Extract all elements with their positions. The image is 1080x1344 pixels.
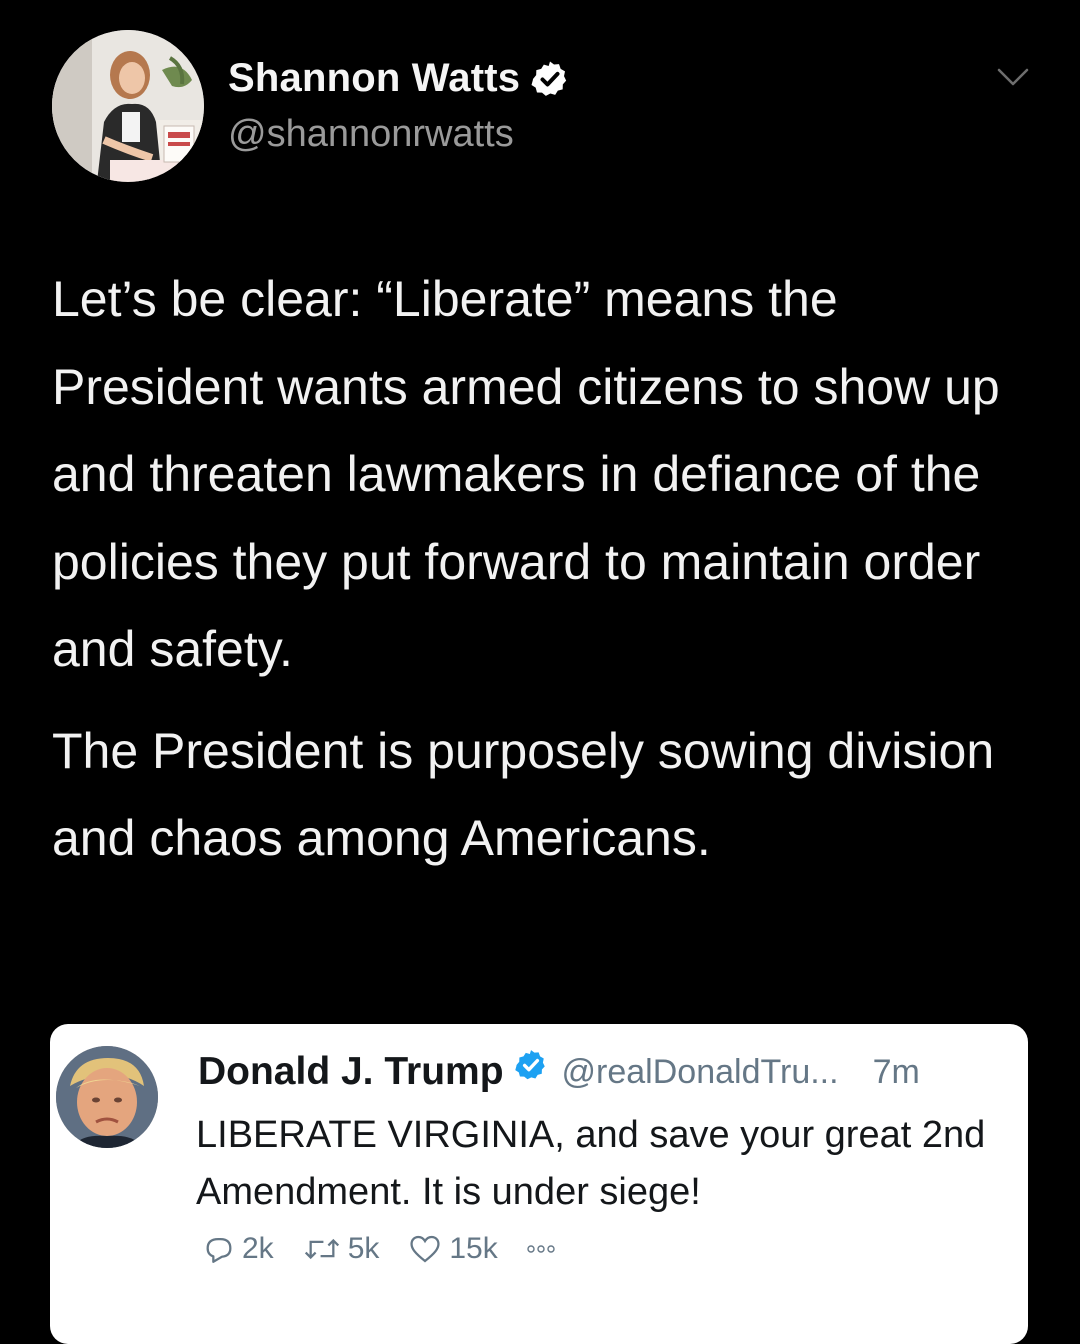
quoted-tweet-text: LIBERATE VIRGINIA, and save your great 2… <box>196 1114 986 1213</box>
quoted-author-avatar[interactable] <box>56 1046 158 1148</box>
verified-badge-icon <box>514 1050 545 1080</box>
like-count: 15k <box>449 1232 498 1265</box>
retweet-button[interactable]: 5k <box>302 1232 380 1266</box>
quoted-author-handle[interactable]: @realDonaldTru... <box>562 1053 839 1092</box>
more-options-button[interactable] <box>526 1243 556 1255</box>
quoted-tweet-card[interactable]: Donald J. Trump @realDonaldTru... 7m LIB… <box>50 1024 1028 1344</box>
quoted-author-display-name[interactable]: Donald J. Trump <box>198 1050 504 1094</box>
reply-button[interactable]: 2k <box>202 1232 274 1266</box>
retweet-count: 5k <box>347 1232 380 1265</box>
quoted-tweet-actions: 2k 5k 15k <box>202 1232 578 1266</box>
chevron-down-icon[interactable] <box>996 66 1030 88</box>
tweet-paragraph: Let’s be clear: “Liberate” means the Pre… <box>52 271 1000 677</box>
avatar-photo-icon <box>56 1046 158 1148</box>
verified-badge-icon <box>531 61 567 96</box>
like-button[interactable]: 15k <box>407 1232 498 1266</box>
author-display-name[interactable]: Shannon Watts <box>228 56 520 101</box>
author-name-row[interactable]: Shannon Watts <box>228 56 570 101</box>
author-avatar[interactable] <box>52 30 204 182</box>
retweet-icon <box>304 1238 339 1260</box>
author-handle[interactable]: @shannonrwatts <box>228 113 514 156</box>
tweet: Shannon Watts @shannonrwatts Let’s be cl… <box>0 0 1080 1344</box>
quoted-tweet-timestamp[interactable]: 7m <box>873 1053 920 1092</box>
reply-count: 2k <box>242 1232 274 1265</box>
tweet-text: Let’s be clear: “Liberate” means the Pre… <box>52 256 1042 883</box>
tweet-paragraph: The President is purposely sowing divisi… <box>52 722 995 867</box>
more-dots-icon <box>527 1245 555 1253</box>
avatar-photo-icon <box>52 30 204 182</box>
heart-icon <box>410 1235 440 1263</box>
quoted-tweet-header: Donald J. Trump @realDonaldTru... 7m <box>198 1050 920 1094</box>
reply-icon <box>206 1237 232 1263</box>
